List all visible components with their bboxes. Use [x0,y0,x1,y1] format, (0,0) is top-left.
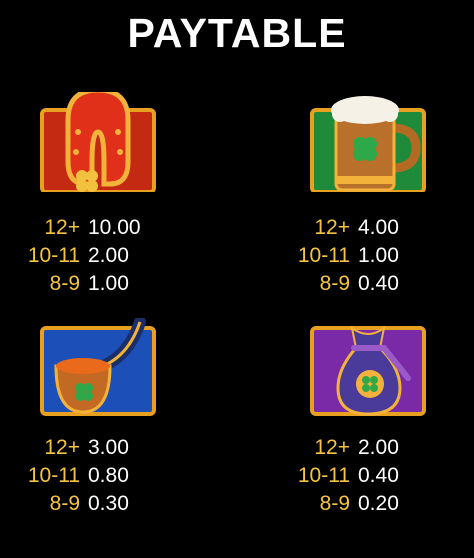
pay-value: 1.00 [88,272,129,295]
paytable-values: 12+ 3.00 10-11 0.80 8-9 0.30 [20,434,129,518]
pay-row: 8-9 0.20 [290,490,399,518]
pay-value: 4.00 [358,216,399,239]
pay-count: 10-11 [27,244,80,267]
pay-value: 0.80 [88,464,129,487]
pay-row: 8-9 0.40 [290,270,399,298]
pay-count: 10-11 [297,464,350,487]
pay-row: 12+ 3.00 [20,434,129,462]
pay-row: 8-9 0.30 [20,490,129,518]
pay-row: 10-11 0.80 [20,462,129,490]
pay-row: 12+ 4.00 [290,214,399,242]
symbol-card-horseshoe: 12+ 10.00 10-11 2.00 8-9 1.00 [20,87,220,328]
pay-count: 12+ [44,436,80,459]
pay-value: 10.00 [88,216,141,239]
pay-count: 8-9 [49,492,80,515]
pay-count: 8-9 [319,492,350,515]
symbol-card-pipe: 12+ 3.00 10-11 0.80 8-9 0.30 [20,316,220,558]
pay-row: 8-9 1.00 [20,270,141,298]
pay-value: 0.30 [88,492,129,515]
pay-count: 12+ [44,216,80,239]
pay-row: 10-11 0.40 [290,462,399,490]
beer-mug-icon [308,92,428,194]
pipe-icon [38,316,158,418]
paytable-values: 12+ 4.00 10-11 1.00 8-9 0.40 [290,214,399,298]
pay-value: 0.40 [358,272,399,295]
paytable-title: PAYTABLE [127,10,347,56]
pay-row: 12+ 2.00 [290,434,399,462]
pay-count: 10-11 [297,244,350,267]
pay-value: 2.00 [88,244,129,267]
pay-row: 10-11 2.00 [20,242,141,270]
pay-row: 10-11 1.00 [290,242,399,270]
pay-row: 12+ 10.00 [20,214,141,242]
horseshoe-icon [38,87,158,194]
symbol-card-bag: 12+ 2.00 10-11 0.40 8-9 0.20 [290,318,474,558]
symbol-card-beer: 12+ 4.00 10-11 1.00 8-9 0.40 [290,88,474,328]
pay-value: 3.00 [88,436,129,459]
pay-value: 0.20 [358,492,399,515]
money-bag-icon [308,318,428,418]
pay-value: 1.00 [358,244,399,267]
pay-value: 2.00 [358,436,399,459]
pay-count: 8-9 [319,272,350,295]
pay-count: 8-9 [49,272,80,295]
pay-count: 12+ [314,436,350,459]
paytable-values: 12+ 10.00 10-11 2.00 8-9 1.00 [20,214,141,298]
pay-count: 12+ [314,216,350,239]
pay-value: 0.40 [358,464,399,487]
paytable-values: 12+ 2.00 10-11 0.40 8-9 0.20 [290,434,399,518]
pay-count: 10-11 [27,464,80,487]
